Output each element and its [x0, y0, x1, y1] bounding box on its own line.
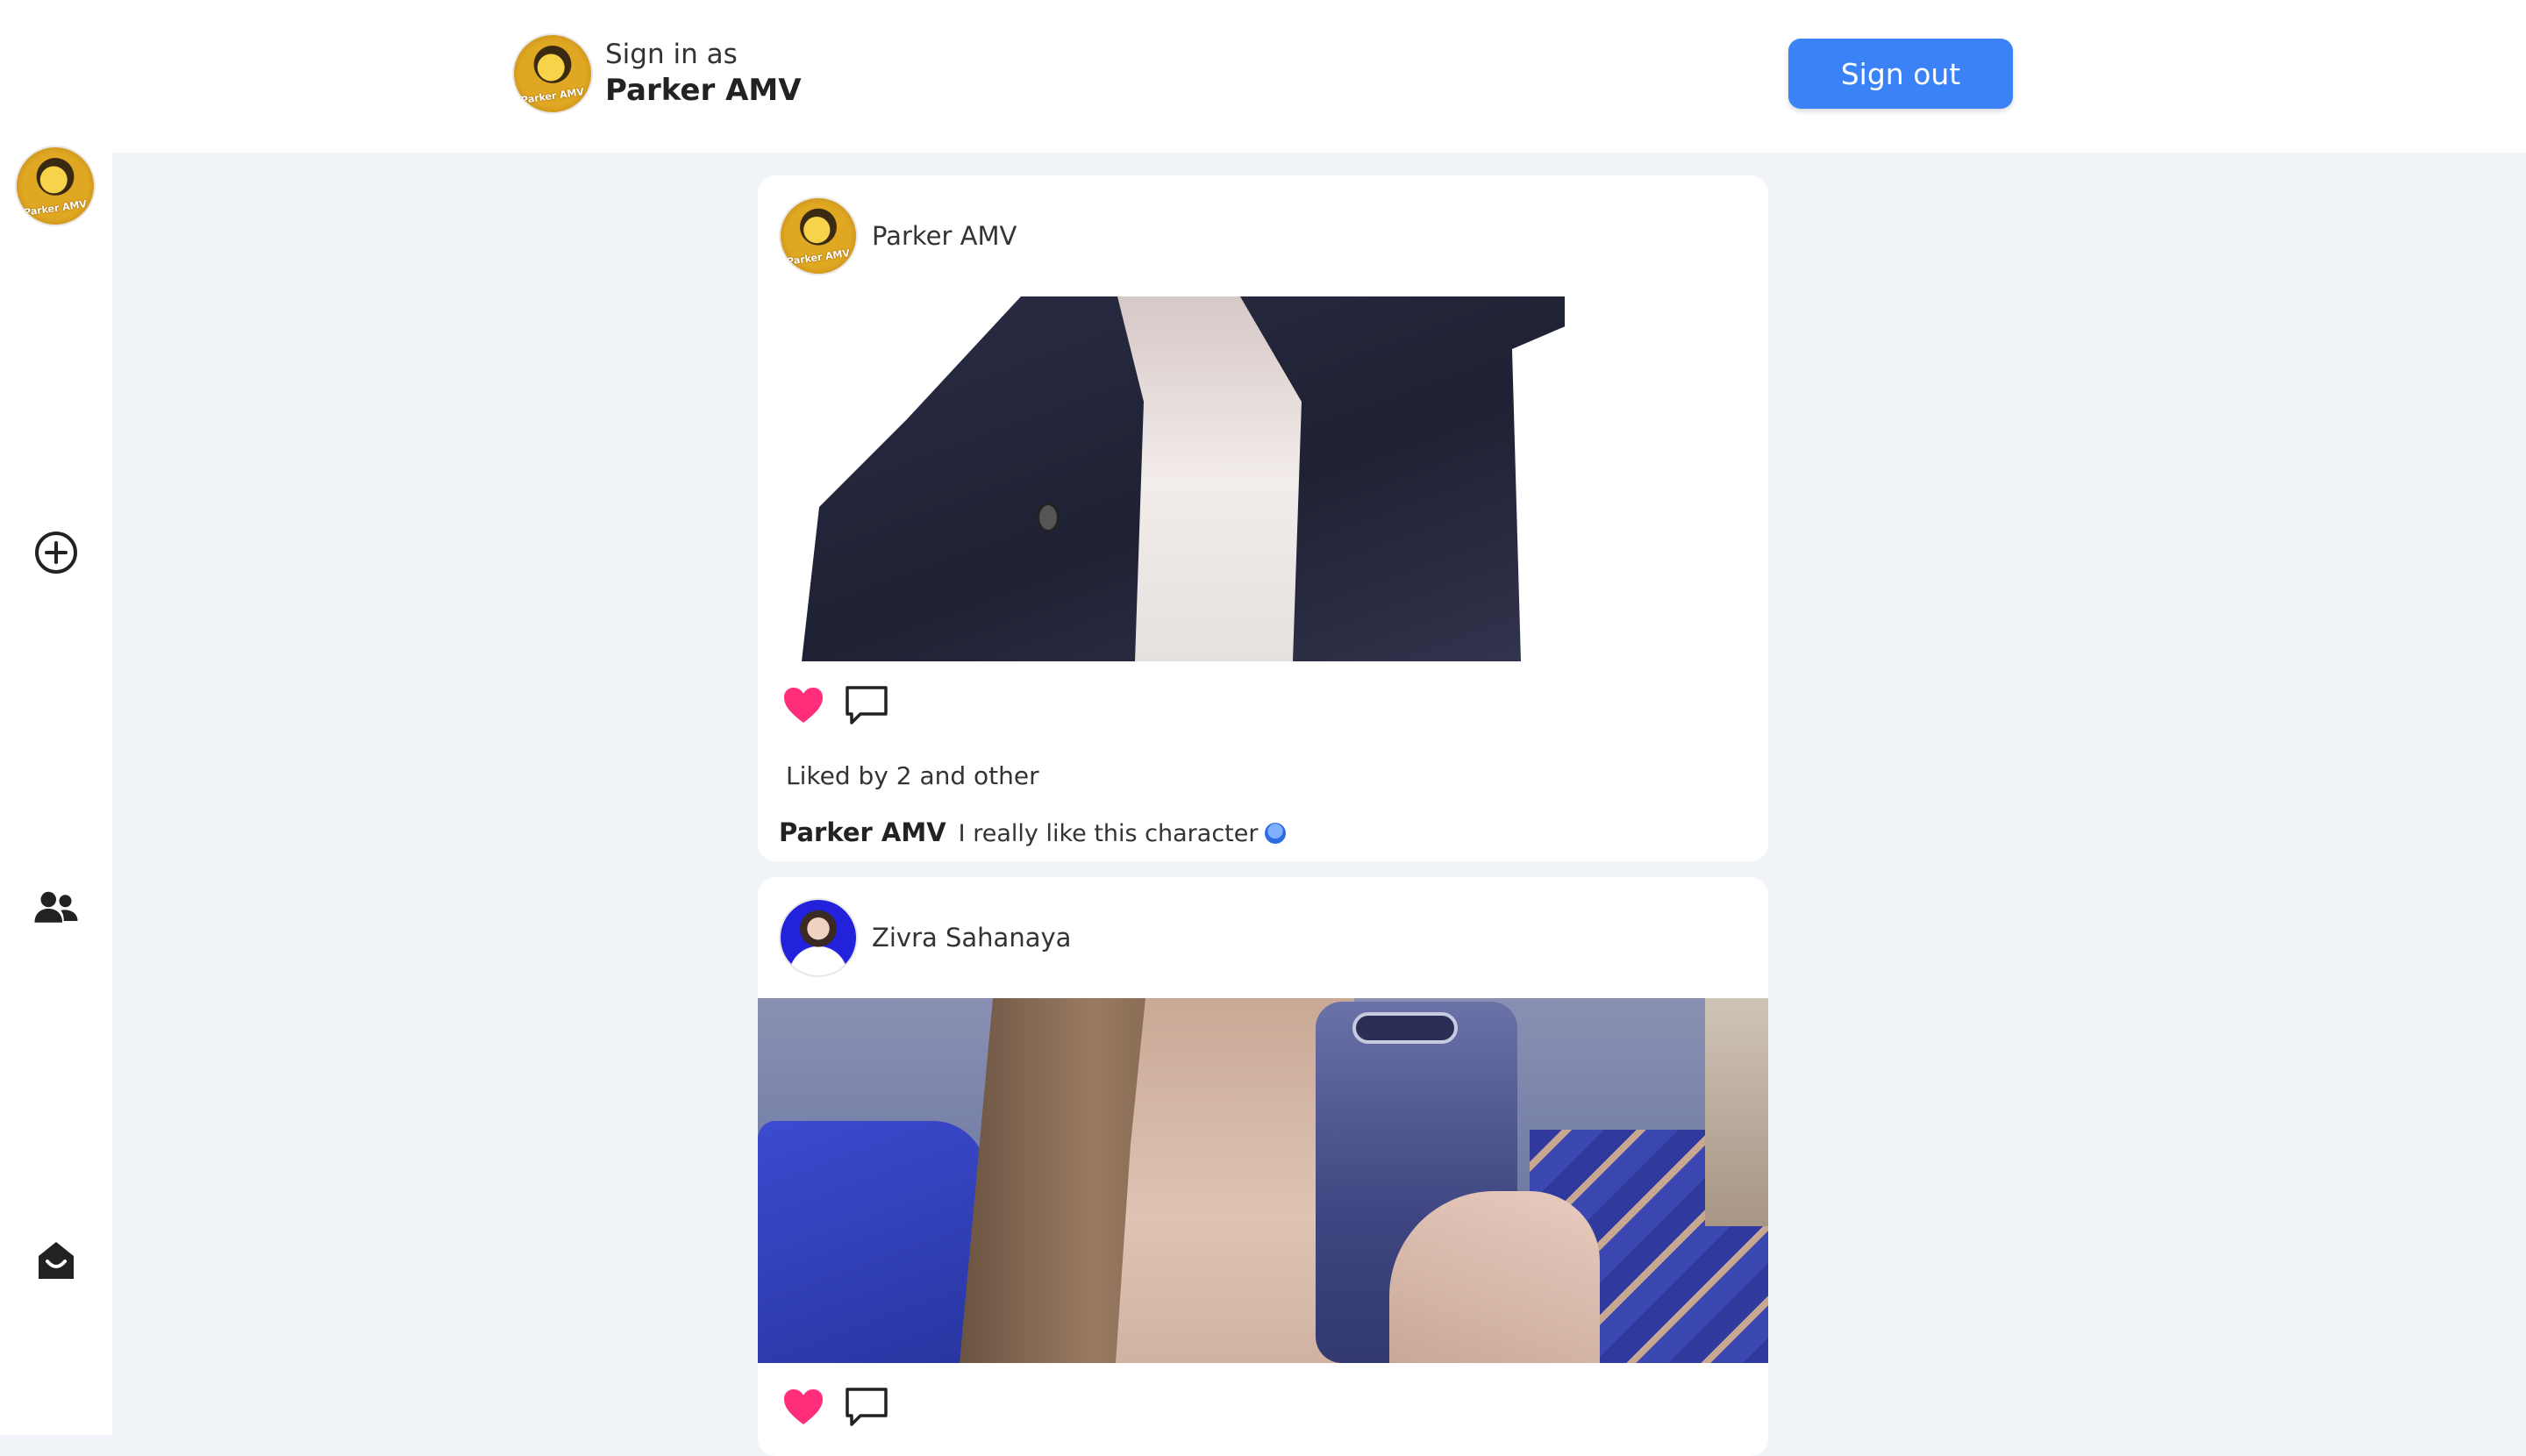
- post-actions: [758, 1363, 1768, 1451]
- like-button[interactable]: [779, 681, 828, 730]
- comment-button[interactable]: [842, 681, 891, 730]
- emoji-icon: [1265, 823, 1287, 844]
- post-image: [758, 296, 1768, 661]
- comment-icon: [846, 1388, 888, 1426]
- sidebar-profile-avatar[interactable]: [15, 146, 96, 226]
- post-card: Parker AMV Liked by 2 and other Parker A…: [758, 175, 1768, 861]
- home-icon: [39, 1242, 74, 1279]
- sign-out-button[interactable]: Sign out: [1788, 39, 2013, 109]
- post-card: Zivra Sahanaya: [758, 877, 1768, 1456]
- signed-in-user: Sign in as Parker AMV: [512, 33, 802, 114]
- post-author-avatar[interactable]: [779, 196, 858, 275]
- plus-circle-icon: [35, 532, 77, 574]
- home-button[interactable]: [21, 1224, 91, 1295]
- caption-author[interactable]: Parker AMV: [779, 817, 946, 847]
- post-header: Zivra Sahanaya: [758, 877, 1768, 998]
- create-post-button[interactable]: [21, 517, 91, 588]
- signin-username: Parker AMV: [605, 73, 802, 109]
- comment-icon: [846, 686, 888, 724]
- friends-button[interactable]: [21, 874, 91, 944]
- post-actions: [758, 661, 1768, 749]
- post-header: Parker AMV: [758, 175, 1768, 296]
- users-icon: [34, 891, 78, 923]
- heart-icon: [784, 688, 823, 723]
- current-user-avatar: [512, 33, 593, 114]
- caption-text: I really like this character: [958, 820, 1259, 847]
- sidebar: [0, 146, 112, 1435]
- top-bar: Sign in as Parker AMV Sign out: [0, 0, 2526, 153]
- post-author-avatar[interactable]: [779, 898, 858, 977]
- like-button[interactable]: [779, 1382, 828, 1431]
- post-author-name[interactable]: Zivra Sahanaya: [872, 923, 1071, 953]
- post-author-name[interactable]: Parker AMV: [872, 221, 1017, 251]
- heart-icon: [784, 1389, 823, 1424]
- comment-button[interactable]: [842, 1382, 891, 1431]
- likes-count: Liked by 2 and other: [786, 761, 1039, 790]
- signin-label: Sign in as: [605, 39, 738, 71]
- post-caption: Parker AMV I really like this character: [758, 803, 1768, 861]
- post-image: [758, 998, 1768, 1363]
